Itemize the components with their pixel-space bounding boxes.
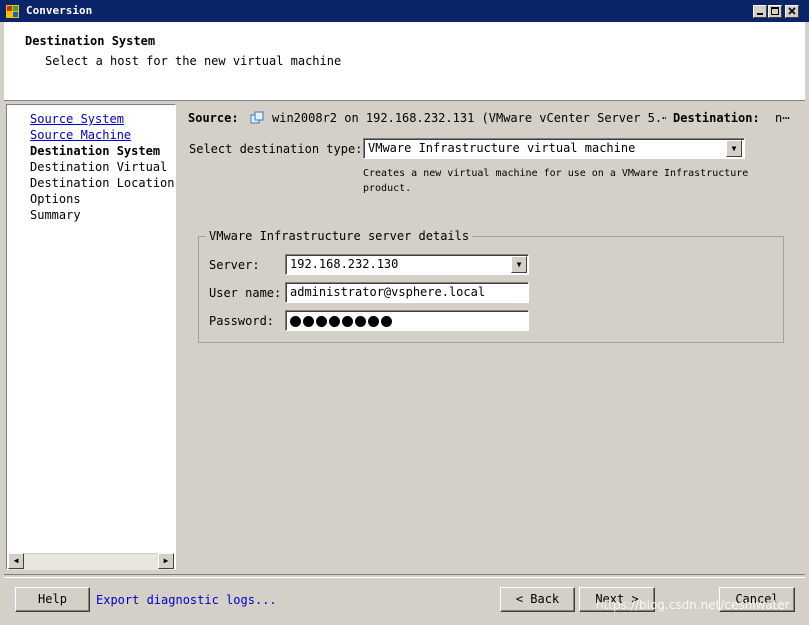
arrow-right-icon: ▶ — [163, 556, 169, 565]
wizard-header: Destination System Select a host for the… — [4, 22, 805, 101]
chevron-down-icon: ▼ — [731, 144, 737, 153]
nav-item-destination-system: Destination System — [30, 144, 161, 158]
destination-type-select[interactable]: VMware Infrastructure virtual machine — [363, 138, 745, 159]
minimize-icon — [757, 13, 763, 15]
nav-item-options: Options — [30, 192, 81, 206]
minimize-button[interactable] — [753, 5, 767, 18]
password-dot — [290, 316, 301, 327]
source-label: Source: — [188, 111, 239, 125]
server-value: 192.168.232.130 — [290, 257, 399, 271]
page-subtitle: Select a host for the new virtual machin… — [45, 54, 342, 68]
arrow-left-icon: ◀ — [13, 556, 19, 565]
destination-type-value: VMware Infrastructure virtual machine — [368, 141, 636, 155]
back-button-label: < Back — [515, 592, 560, 606]
password-label: Password: — [209, 314, 275, 328]
scroll-left-button[interactable]: ◀ — [8, 553, 24, 569]
username-value: administrator@vsphere.local — [290, 285, 486, 299]
nav-item-destination-location: Destination Location — [30, 176, 175, 190]
wizard-steps-panel: Source System Source Machine Destination… — [6, 104, 176, 570]
scroll-right-button[interactable]: ▶ — [158, 553, 174, 569]
server-dropdown-button[interactable]: ▼ — [511, 256, 527, 273]
nav-item-source-system[interactable]: Source System — [30, 112, 124, 126]
password-dot — [329, 316, 340, 327]
chevron-down-icon: ▼ — [516, 260, 522, 269]
converter-app-icon — [6, 5, 19, 18]
password-dot — [381, 316, 392, 327]
password-mask — [290, 314, 394, 328]
password-dot — [355, 316, 366, 327]
help-button-label: Help — [38, 592, 67, 606]
source-value: win2008r2 on 192.168.232.131 (VMware vCe… — [272, 111, 666, 125]
nav-item-summary: Summary — [30, 208, 81, 222]
nav-item-source-machine[interactable]: Source Machine — [30, 128, 131, 142]
password-dot — [303, 316, 314, 327]
help-button[interactable]: Help — [15, 587, 90, 612]
username-field[interactable]: administrator@vsphere.local — [285, 282, 529, 303]
password-dot — [368, 316, 379, 327]
nav-horizontal-scrollbar[interactable] — [8, 553, 174, 570]
maximize-button[interactable] — [768, 5, 782, 18]
export-diagnostic-logs-link[interactable]: Export diagnostic logs... — [96, 593, 277, 607]
username-label: User name: — [209, 286, 282, 300]
footer-separator — [4, 574, 805, 578]
server-details-title: VMware Infrastructure server details — [206, 229, 473, 243]
nav-item-destination-virtual-machine: Destination Virtual Machine — [30, 160, 175, 174]
back-button[interactable]: < Back — [500, 587, 575, 612]
destination-value: n⋯ — [775, 111, 790, 125]
title-bar[interactable] — [0, 0, 809, 22]
close-icon — [788, 7, 796, 15]
password-dot — [316, 316, 327, 327]
virtual-machine-icon — [250, 111, 264, 124]
maximize-icon — [771, 7, 779, 15]
watermark-text: https://blog.csdn.net/ceshiwater — [596, 598, 790, 612]
destination-type-dropdown-button[interactable]: ▼ — [726, 140, 742, 157]
destination-type-label: Select destination type: — [189, 142, 363, 156]
page-title: Destination System — [25, 34, 156, 48]
window-title: Conversion — [26, 4, 93, 17]
panel-splitter[interactable] — [177, 104, 180, 570]
destination-label: Destination: — [673, 111, 760, 125]
server-combobox[interactable]: 192.168.232.130 — [285, 254, 529, 275]
server-label: Server: — [209, 258, 260, 272]
destination-type-description: Creates a new virtual machine for use on… — [363, 168, 749, 194]
password-dot — [342, 316, 353, 327]
close-button[interactable] — [785, 5, 799, 18]
password-field[interactable] — [285, 310, 529, 331]
